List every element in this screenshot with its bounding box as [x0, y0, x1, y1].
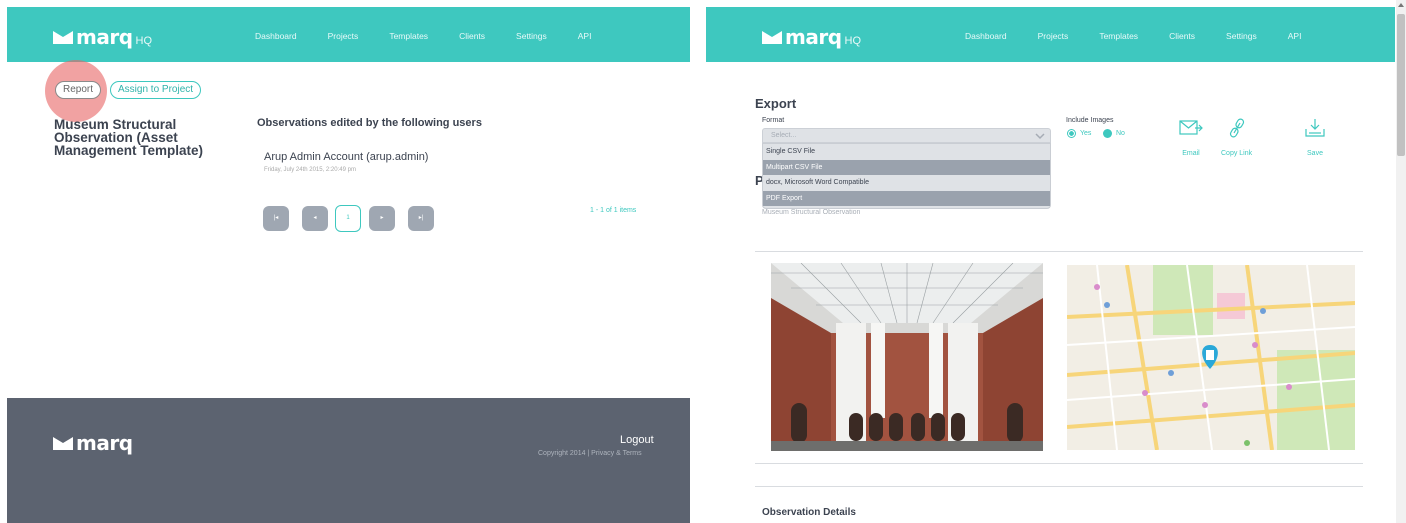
pager-last-button[interactable]: ▸| [408, 206, 434, 231]
divider [755, 486, 1363, 487]
main-nav: Dashboard Projects Templates Clients Set… [965, 31, 1332, 41]
prev-page-icon: ◂ [313, 215, 317, 221]
first-page-icon: |◂ [273, 215, 279, 221]
include-images-label: Include Images [1066, 117, 1114, 124]
edited-by-heading: Observations edited by the following use… [257, 117, 482, 129]
include-images-no-radio[interactable]: No [1103, 129, 1125, 138]
link-icon [1229, 118, 1244, 138]
radio-no-label: No [1116, 130, 1125, 137]
brand-suffix: HQ [844, 35, 862, 47]
right-panel: marq HQ Dashboard Projects Templates Cli… [698, 0, 1406, 523]
format-label: Format [762, 117, 785, 124]
brand-suffix: HQ [135, 35, 153, 47]
main-nav: Dashboard Projects Templates Clients Set… [255, 31, 622, 41]
format-dropdown-list: Single CSV File Multipart CSV File docx,… [762, 143, 1051, 209]
brand-name: marq [76, 25, 133, 49]
marq-logo[interactable]: marq HQ [762, 25, 861, 49]
email-label: Email [1182, 150, 1200, 157]
marq-logo-icon [53, 31, 73, 44]
logout-link[interactable]: Logout [620, 434, 654, 446]
email-action[interactable]: Email [1179, 118, 1203, 160]
format-select-placeholder: Select... [771, 132, 797, 139]
observation-title: Museum Structural Observation (Asset Man… [54, 117, 204, 158]
museum-atrium-image [771, 263, 1043, 451]
download-icon [1305, 119, 1325, 137]
marq-logo[interactable]: marq HQ [53, 25, 152, 49]
pager-summary: 1 - 1 of 1 items [590, 207, 637, 214]
editor-edit-date: Friday, July 24th 2015, 2:20:49 pm [264, 167, 356, 173]
copy-link-action[interactable]: Copy Link [1221, 118, 1252, 160]
nav-dashboard[interactable]: Dashboard [965, 31, 1007, 41]
pager-current-page[interactable]: 1 [335, 205, 361, 232]
nav-clients[interactable]: Clients [459, 31, 485, 41]
nav-projects[interactable]: Projects [328, 31, 359, 41]
marq-logo-icon [53, 437, 73, 450]
top-navbar: marq HQ Dashboard Projects Templates Cli… [706, 7, 1395, 62]
observation-details-title: Observation Details [762, 507, 856, 518]
nav-templates[interactable]: Templates [389, 31, 428, 41]
nav-settings[interactable]: Settings [516, 31, 547, 41]
chevron-down-icon [1035, 133, 1045, 140]
pager-first-button[interactable]: |◂ [263, 206, 289, 231]
radio-unselected-icon [1103, 129, 1112, 138]
assign-to-project-button[interactable]: Assign to Project [110, 81, 202, 99]
scroll-thumb[interactable] [1397, 14, 1405, 156]
observation-location-map[interactable] [1067, 265, 1355, 450]
editor-user-name: Arup Admin Account (arup.admin) [264, 151, 429, 163]
scroll-up-arrow-icon[interactable] [1398, 3, 1404, 7]
footer-brand-name: marq [76, 431, 133, 455]
nav-dashboard[interactable]: Dashboard [255, 31, 297, 41]
brand-name: marq [785, 25, 842, 49]
map-image [1067, 265, 1355, 450]
format-option-pdf[interactable]: PDF Export [763, 190, 1050, 206]
divider [755, 251, 1363, 252]
marq-logo-icon [762, 31, 782, 44]
pager-prev-button[interactable]: ◂ [302, 206, 328, 231]
project-subtitle: Museum Structural Observation [762, 209, 861, 216]
nav-clients[interactable]: Clients [1169, 31, 1195, 41]
radio-selected-icon [1067, 129, 1076, 138]
footer: marq [7, 398, 690, 523]
export-title: Export [755, 96, 797, 111]
format-option-multipart-csv[interactable]: Multipart CSV File [763, 159, 1050, 175]
divider [755, 463, 1363, 464]
format-option-single-csv[interactable]: Single CSV File [763, 144, 1050, 160]
top-navbar: marq HQ Dashboard Projects Templates Cli… [7, 7, 690, 62]
observation-photo[interactable] [771, 263, 1043, 451]
nav-settings[interactable]: Settings [1226, 31, 1257, 41]
include-images-yes-radio[interactable]: Yes [1067, 129, 1091, 138]
format-select[interactable]: Select... [762, 128, 1051, 143]
save-label: Save [1307, 150, 1323, 157]
nav-templates[interactable]: Templates [1099, 31, 1138, 41]
format-option-docx[interactable]: docx, Microsoft Word Compatible [763, 175, 1050, 191]
pager-next-button[interactable]: ▸ [369, 206, 395, 231]
copy-link-label: Copy Link [1221, 150, 1253, 157]
footer-marq-logo[interactable]: marq [53, 431, 133, 455]
nav-api[interactable]: API [578, 31, 592, 41]
nav-api[interactable]: API [1288, 31, 1302, 41]
next-page-icon: ▸ [380, 215, 384, 221]
vertical-scrollbar[interactable] [1396, 0, 1406, 523]
email-icon [1179, 120, 1203, 135]
report-button[interactable]: Report [55, 81, 102, 99]
radio-yes-label: Yes [1080, 130, 1092, 137]
save-action[interactable]: Save [1303, 118, 1327, 160]
nav-projects[interactable]: Projects [1038, 31, 1069, 41]
copyright-text: Copyright 2014 | Privacy & Terms [538, 450, 642, 457]
left-panel: marq HQ Dashboard Projects Templates Cli… [0, 0, 698, 523]
last-page-icon: ▸| [418, 215, 424, 221]
